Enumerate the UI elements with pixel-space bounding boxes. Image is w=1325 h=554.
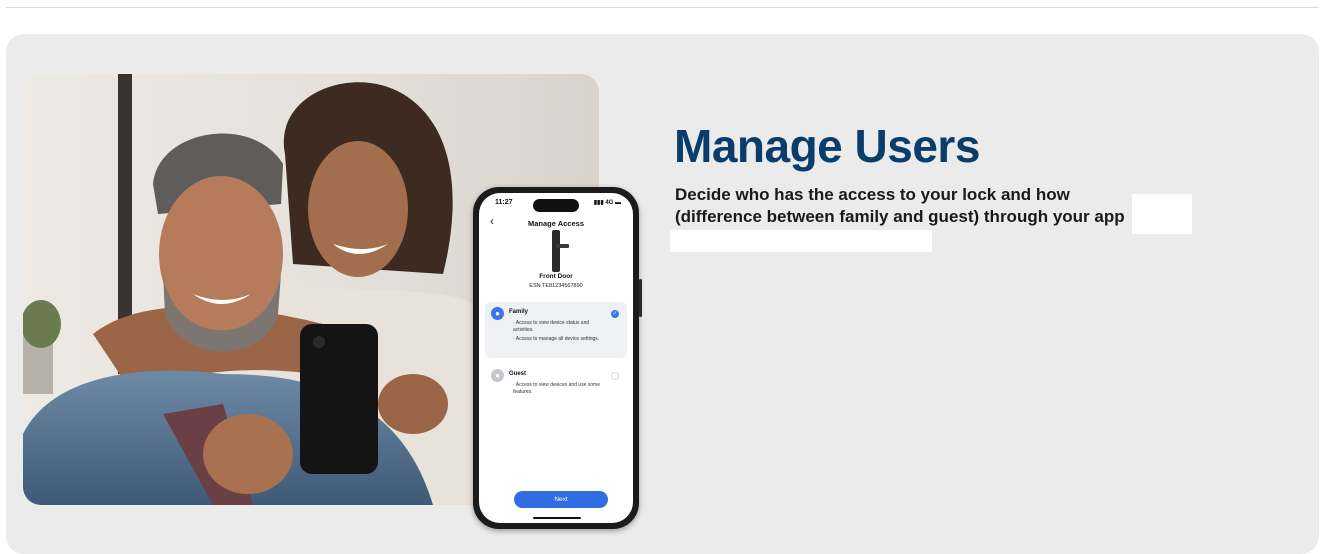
- family-permission-1: · Access to view device status and activ…: [513, 320, 590, 333]
- phone-screen: 11:27 ▮▮▮ 4G ▬ ‹ Manage Access Front Doo…: [479, 193, 633, 523]
- status-indicators: ▮▮▮ 4G ▬: [594, 199, 621, 206]
- family-permission-2: · Access to manage all device settings.: [513, 336, 600, 342]
- family-option-label: Family: [509, 309, 529, 315]
- guest-option[interactable]: ● Guest · Access to view devices and use…: [485, 364, 627, 400]
- network-label: 4G: [605, 200, 614, 206]
- guest-permission-1: · Access to view devices and use some fe…: [513, 382, 600, 395]
- family-user-icon: ●: [491, 307, 504, 320]
- screen-title: Manage Access: [527, 219, 584, 228]
- unchecked-radio-icon[interactable]: [611, 372, 619, 380]
- dynamic-island: [533, 199, 579, 212]
- blank-box: [1132, 194, 1192, 234]
- feature-card: 11:27 ▮▮▮ 4G ▬ ‹ Manage Access Front Doo…: [6, 34, 1319, 554]
- status-time: 11:27: [495, 199, 513, 206]
- battery-icon: ▬: [615, 200, 621, 206]
- checked-radio-icon[interactable]: ✓: [611, 310, 619, 318]
- phone-mockup: 11:27 ▮▮▮ 4G ▬ ‹ Manage Access Front Doo…: [473, 187, 642, 529]
- signal-icon: ▮▮▮: [593, 200, 604, 206]
- page-title: Manage Users: [674, 120, 980, 172]
- home-indicator: [533, 517, 581, 519]
- blank-box: [670, 230, 932, 252]
- top-divider: [6, 7, 1319, 8]
- device-esn: ESN TE81234567890: [529, 283, 583, 289]
- family-option[interactable]: ● Family ✓ · Access to view device statu…: [485, 302, 627, 358]
- phone-side-button: [639, 279, 642, 317]
- smart-lock-image: [552, 230, 569, 272]
- device-name: Front Door: [539, 273, 573, 280]
- next-button[interactable]: Next: [514, 491, 608, 508]
- feature-description: Decide who has the access to your lock a…: [675, 185, 1125, 226]
- guest-option-label: Guest: [509, 371, 527, 377]
- guest-user-icon: ●: [491, 369, 504, 382]
